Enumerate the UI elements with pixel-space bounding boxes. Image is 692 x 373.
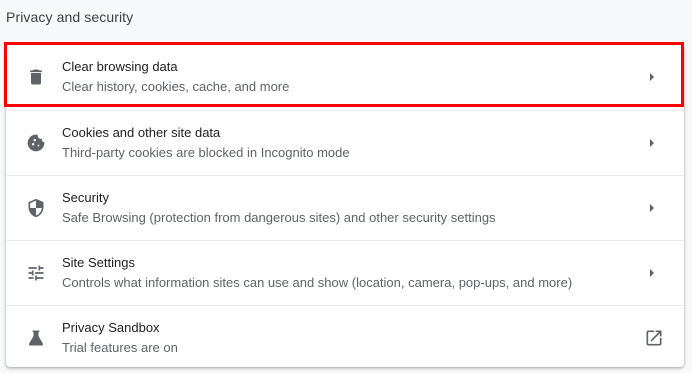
site-settings-row[interactable]: Site Settings Controls what information … (6, 240, 684, 305)
chevron-right-icon (644, 69, 660, 85)
clear-browsing-data-row[interactable]: Clear browsing data Clear history, cooki… (6, 45, 684, 110)
open-in-new-icon[interactable] (644, 328, 664, 348)
row-sublabel: Trial features are on (62, 340, 178, 355)
chevron-right-icon (644, 265, 660, 281)
row-label: Cookies and other site data (62, 125, 221, 140)
security-row[interactable]: Security Safe Browsing (protection from … (6, 175, 684, 240)
chevron-right-icon (644, 200, 660, 216)
row-sublabel: Clear history, cookies, cache, and more (62, 79, 290, 94)
row-sublabel: Third-party cookies are blocked in Incog… (62, 145, 350, 160)
flask-icon (26, 328, 46, 348)
chevron-right-icon (644, 135, 660, 151)
section-title: Privacy and security (6, 9, 134, 25)
row-sublabel: Safe Browsing (protection from dangerous… (62, 210, 496, 225)
privacy-sandbox-row[interactable]: Privacy Sandbox Trial features are on (6, 305, 684, 367)
row-label: Security (62, 190, 109, 205)
tune-icon (26, 263, 46, 283)
row-label: Site Settings (62, 255, 135, 270)
privacy-security-card: Clear browsing data Clear history, cooki… (6, 45, 684, 367)
row-sublabel: Controls what information sites can use … (62, 275, 573, 290)
cookies-site-data-row[interactable]: Cookies and other site data Third-party … (6, 110, 684, 175)
row-label: Privacy Sandbox (62, 320, 160, 335)
shield-icon (26, 198, 46, 218)
trash-icon (26, 67, 46, 87)
row-label: Clear browsing data (62, 59, 178, 74)
cookie-icon (26, 133, 46, 153)
